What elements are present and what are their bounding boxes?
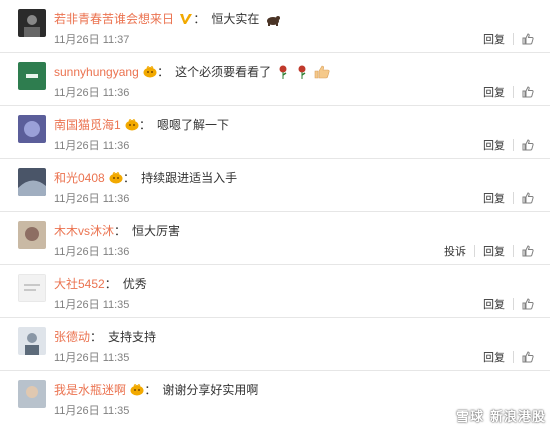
rose-emoji-icon (296, 65, 308, 83)
reply-button[interactable]: 回复 (475, 296, 513, 312)
member-badge-icon (143, 65, 157, 82)
comment-text: 嗯嗯了解一下 (157, 118, 230, 132)
reply-button[interactable]: 回复 (475, 190, 513, 206)
watermark-brand: 雪球 (455, 409, 484, 424)
member-badge-icon (109, 171, 123, 188)
username-link[interactable]: sunnyhungyang (54, 65, 139, 79)
snowball-logo-icon (434, 406, 453, 425)
comment-item: sunnyhungyang ：这个必须要看看了 11月26日 11:36 回复 (0, 53, 550, 106)
like-button[interactable] (514, 192, 538, 204)
thumbs-up-icon (522, 192, 534, 204)
comment-time: 11月26日 11:36 (54, 87, 130, 99)
comment-text: 支持支持 (108, 330, 157, 344)
comment-time: 11月26日 11:37 (54, 34, 130, 46)
avatar[interactable] (18, 9, 46, 37)
avatar[interactable] (18, 380, 46, 408)
comment-item: 和光0408 ：持续跟进适当入手 11月26日 11:36 回复 (0, 159, 550, 212)
avatar[interactable] (18, 62, 46, 90)
comment-time: 11月26日 11:35 (54, 299, 130, 311)
like-button[interactable] (514, 139, 538, 151)
username-link[interactable]: 张德动 (54, 330, 90, 344)
like-button[interactable] (514, 351, 538, 363)
watermark: 雪球 新浪港股 (434, 406, 546, 425)
thumbs-up-icon (522, 298, 534, 310)
username-link[interactable]: 南国猫觅海1 (54, 118, 121, 132)
comment-text: 这个必须要看看了 (175, 65, 272, 79)
comment-time: 11月26日 11:36 (54, 140, 130, 152)
comment-item: 大社5452： 优秀 11月26日 11:35 回复 (0, 265, 550, 318)
member-badge-icon (125, 118, 139, 135)
reply-button[interactable]: 回复 (475, 243, 513, 259)
rose-emoji-icon (277, 65, 289, 83)
verified-v-icon (179, 13, 193, 29)
like-button[interactable] (514, 245, 538, 257)
thumbs-up-icon (522, 139, 534, 151)
reply-button[interactable]: 回复 (475, 84, 513, 100)
username-link[interactable]: 大社5452 (54, 277, 105, 291)
comment-item: 张德动： 支持支持 11月26日 11:35 回复 (0, 318, 550, 371)
comment-text: 谢谢分享好实用啊 (162, 383, 259, 397)
username-link[interactable]: 若非青春苦谁会想来日 (54, 12, 174, 26)
thumbs-up-icon (522, 351, 534, 363)
comment-text: 优秀 (122, 277, 147, 291)
comment-time: 11月26日 11:35 (54, 405, 130, 417)
thumbs-up-icon (522, 245, 534, 257)
comment-text: 恒大厉害 (132, 224, 181, 238)
report-button[interactable]: 投诉 (436, 243, 474, 259)
avatar[interactable] (18, 274, 46, 302)
xueqiu-logo: 雪球 (434, 406, 484, 425)
reply-button[interactable]: 回复 (475, 31, 513, 47)
reply-button[interactable]: 回复 (475, 137, 513, 153)
thumbs-up-emoji-icon (314, 65, 330, 83)
comment-item: 木木vs沐沐： 恒大厉害 11月26日 11:36 投诉 回复 (0, 212, 550, 265)
reply-button[interactable]: 回复 (475, 349, 513, 365)
cow-emoji-icon (266, 14, 280, 30)
comment-text: 恒大实在 (211, 12, 260, 26)
like-button[interactable] (514, 33, 538, 45)
avatar[interactable] (18, 221, 46, 249)
like-button[interactable] (514, 86, 538, 98)
thumbs-up-icon (522, 86, 534, 98)
comment-text: 持续跟进适当入手 (141, 171, 238, 185)
comment-item: 若非青春苦谁会想来日 ：恒大实在 11月26日 11:37 回复 (0, 0, 550, 53)
comment-time: 11月26日 11:36 (54, 193, 130, 205)
member-badge-icon (130, 383, 144, 400)
comment-item: 南国猫觅海1 ：嗯嗯了解一下 11月26日 11:36 回复 (0, 106, 550, 159)
comment-list: 若非青春苦谁会想来日 ：恒大实在 11月26日 11:37 回复 sunnyhu… (0, 0, 550, 424)
avatar[interactable] (18, 168, 46, 196)
thumbs-up-icon (522, 33, 534, 45)
comment-time: 11月26日 11:36 (54, 246, 130, 258)
comment-time: 11月26日 11:35 (54, 352, 130, 364)
avatar[interactable] (18, 327, 46, 355)
avatar[interactable] (18, 115, 46, 143)
like-button[interactable] (514, 298, 538, 310)
watermark-account: 新浪港股 (489, 409, 546, 424)
username-link[interactable]: 和光0408 (54, 171, 105, 185)
username-link[interactable]: 我是水瓶迷啊 (54, 383, 126, 397)
username-link[interactable]: 木木vs沐沐 (54, 224, 114, 238)
